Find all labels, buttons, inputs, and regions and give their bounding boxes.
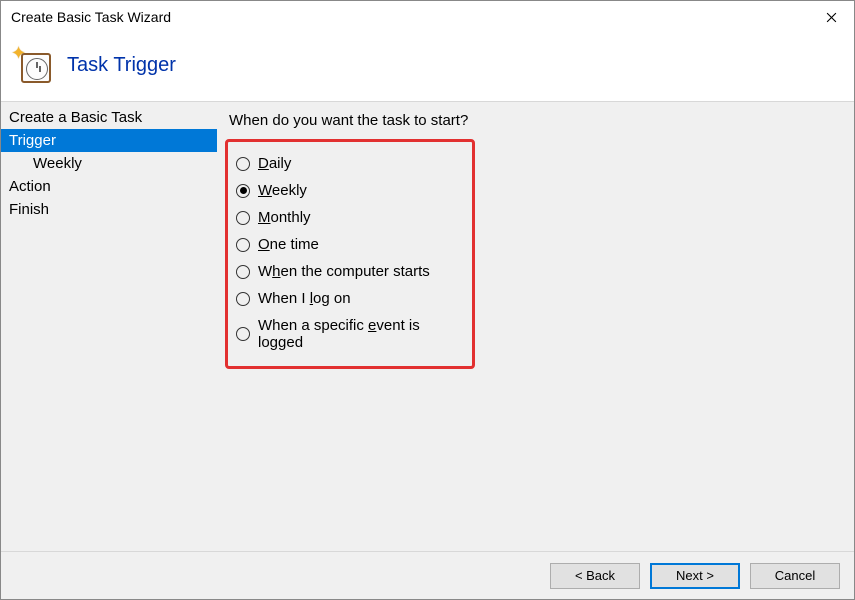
radio-icon (236, 238, 250, 252)
trigger-option-event[interactable]: When a specific event is logged (236, 312, 460, 356)
trigger-option-daily[interactable]: Daily (236, 150, 460, 177)
wizard-footer: < Back Next > Cancel (1, 551, 854, 599)
trigger-option-monthly[interactable]: Monthly (236, 204, 460, 231)
step-weekly[interactable]: Weekly (1, 152, 217, 175)
wizard-body: Create a Basic TaskTriggerWeeklyActionFi… (1, 102, 854, 551)
radio-icon (236, 292, 250, 306)
radio-icon (236, 184, 250, 198)
step-action[interactable]: Action (1, 175, 217, 198)
next-button[interactable]: Next > (650, 563, 740, 589)
trigger-option-weekly[interactable]: Weekly (236, 177, 460, 204)
window-title: Create Basic Task Wizard (11, 9, 171, 25)
task-scheduler-icon: ✦ (15, 47, 51, 83)
wizard-steps-sidebar: Create a Basic TaskTriggerWeeklyActionFi… (1, 102, 217, 551)
close-button[interactable] (808, 1, 854, 33)
trigger-option-label: When the computer starts (258, 263, 430, 280)
titlebar: Create Basic Task Wizard (1, 1, 854, 33)
page-title: Task Trigger (67, 54, 176, 77)
trigger-option-label: Weekly (258, 182, 307, 199)
trigger-option-label: Daily (258, 155, 291, 172)
trigger-option-logon[interactable]: When I log on (236, 285, 460, 312)
trigger-question: When do you want the task to start? (229, 112, 854, 129)
step-trigger[interactable]: Trigger (1, 129, 217, 152)
radio-icon (236, 211, 250, 225)
wizard-content: When do you want the task to start? Dail… (217, 102, 854, 551)
trigger-option-label: Monthly (258, 209, 311, 226)
trigger-option-label: One time (258, 236, 319, 253)
radio-icon (236, 265, 250, 279)
wizard-window: Create Basic Task Wizard ✦ Task Trigger … (0, 0, 855, 600)
radio-icon (236, 157, 250, 171)
trigger-option-label: When a specific event is logged (258, 317, 460, 351)
trigger-option-startup[interactable]: When the computer starts (236, 258, 460, 285)
step-finish[interactable]: Finish (1, 198, 217, 221)
step-create-a-basic-task[interactable]: Create a Basic Task (1, 106, 217, 129)
cancel-button[interactable]: Cancel (750, 563, 840, 589)
trigger-option-label: When I log on (258, 290, 351, 307)
close-icon (826, 12, 837, 23)
radio-icon (236, 327, 250, 341)
back-button[interactable]: < Back (550, 563, 640, 589)
trigger-option-onetime[interactable]: One time (236, 231, 460, 258)
wizard-header: ✦ Task Trigger (1, 33, 854, 102)
trigger-options-group: Daily Weekly Monthly One time When the compu… (225, 139, 475, 369)
